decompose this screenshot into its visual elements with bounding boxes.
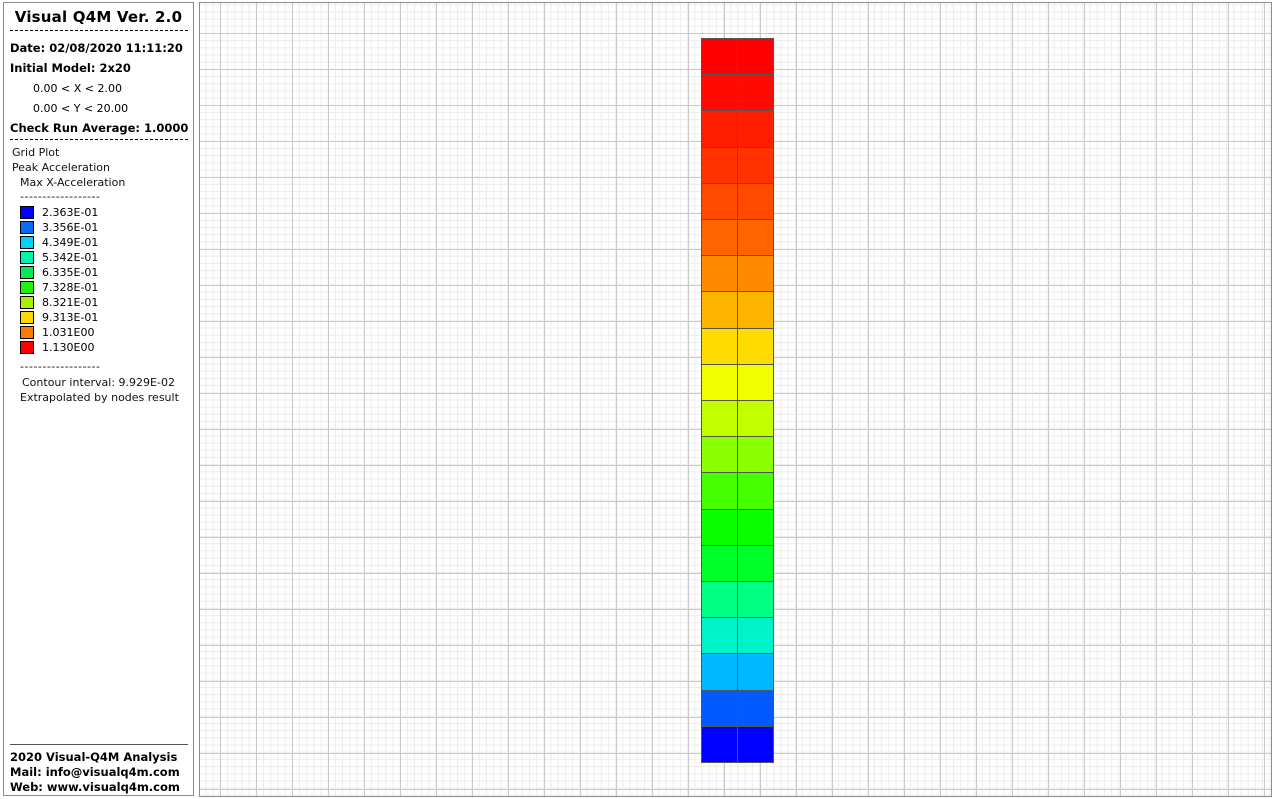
mesh-element (737, 436, 774, 474)
mesh-element (737, 617, 774, 655)
y-range: 0.00 < Y < 20.00 (33, 102, 129, 115)
legend-swatch (20, 341, 34, 354)
contour-interval: Contour interval: 9.929E-02 (22, 376, 175, 389)
run-date: Date: 02/08/2020 11:11:20 (10, 41, 183, 55)
mesh-element (737, 472, 774, 510)
legend-swatch (20, 251, 34, 264)
footer-web: Web: www.visualq4m.com (10, 780, 180, 794)
mesh-element (737, 219, 774, 257)
mesh-element (701, 255, 738, 293)
legend-value: 8.321E-01 (42, 296, 99, 309)
mesh-element (701, 219, 738, 257)
mesh-element (737, 38, 774, 76)
legend-panel: Visual Q4M Ver. 2.0 Date: 02/08/2020 11:… (3, 2, 194, 796)
legend-swatch (20, 311, 34, 324)
mesh-element (701, 146, 738, 184)
mesh-element (701, 544, 738, 582)
legend-value: 9.313E-01 (42, 311, 99, 324)
plot-type: Grid Plot (12, 146, 60, 159)
footer-divider (10, 744, 188, 745)
mesh-element (701, 38, 738, 76)
extrapolation-note: Extrapolated by nodes result (20, 391, 179, 404)
mesh-element (737, 653, 774, 691)
legend-swatch (20, 326, 34, 339)
x-range: 0.00 < X < 2.00 (33, 82, 122, 95)
legend-swatch (20, 236, 34, 249)
legend-swatch (20, 296, 34, 309)
mesh-element (737, 182, 774, 220)
mesh-element (737, 291, 774, 329)
mesh-element (701, 472, 738, 510)
legend-swatch (20, 281, 34, 294)
mesh-element (737, 508, 774, 546)
legend-value: 1.130E00 (42, 341, 95, 354)
app-title: Visual Q4M Ver. 2.0 (14, 8, 183, 26)
finite-element-mesh (701, 38, 774, 763)
mesh-element (701, 725, 738, 763)
mesh-element (701, 327, 738, 365)
mesh-element (701, 363, 738, 401)
legend-value: 2.363E-01 (42, 206, 99, 219)
legend-divider: ------------------ (20, 360, 101, 373)
mesh-element (737, 74, 774, 112)
mesh-element (701, 74, 738, 112)
plot-quantity: Peak Acceleration (12, 161, 110, 174)
mesh-element (701, 653, 738, 691)
mesh-element (737, 255, 774, 293)
mesh-element (701, 581, 738, 619)
mesh-element (737, 544, 774, 582)
plot-component: Max X-Acceleration (20, 176, 126, 189)
mesh-element (701, 110, 738, 148)
divider (10, 30, 188, 31)
mesh-element (701, 617, 738, 655)
mesh-element (701, 182, 738, 220)
mesh-element (701, 400, 738, 438)
legend-value: 4.349E-01 (42, 236, 99, 249)
divider (10, 139, 188, 140)
mesh-element (737, 146, 774, 184)
legend-value: 5.342E-01 (42, 251, 99, 264)
legend-swatch (20, 206, 34, 219)
footer-copyright: 2020 Visual-Q4M Analysis (10, 750, 178, 764)
mesh-element (737, 327, 774, 365)
mesh-element (737, 400, 774, 438)
mesh-element (737, 689, 774, 727)
check-run-average: Check Run Average: 1.0000 (10, 121, 189, 135)
legend-value: 3.356E-01 (42, 221, 99, 234)
mesh-element (737, 110, 774, 148)
legend-divider: ------------------ (20, 190, 101, 203)
plot-canvas[interactable] (199, 2, 1272, 797)
mesh-element (701, 291, 738, 329)
footer-mail: Mail: info@visualq4m.com (10, 765, 180, 779)
legend-value: 7.328E-01 (42, 281, 99, 294)
legend-value: 6.335E-01 (42, 266, 99, 279)
mesh-element (701, 436, 738, 474)
legend-swatch (20, 221, 34, 234)
mesh-element (737, 581, 774, 619)
mesh-element (737, 363, 774, 401)
mesh-element (701, 508, 738, 546)
legend-value: 1.031E00 (42, 326, 95, 339)
mesh-element (701, 689, 738, 727)
legend-swatch (20, 266, 34, 279)
mesh-element (737, 725, 774, 763)
initial-model: Initial Model: 2x20 (10, 61, 131, 75)
